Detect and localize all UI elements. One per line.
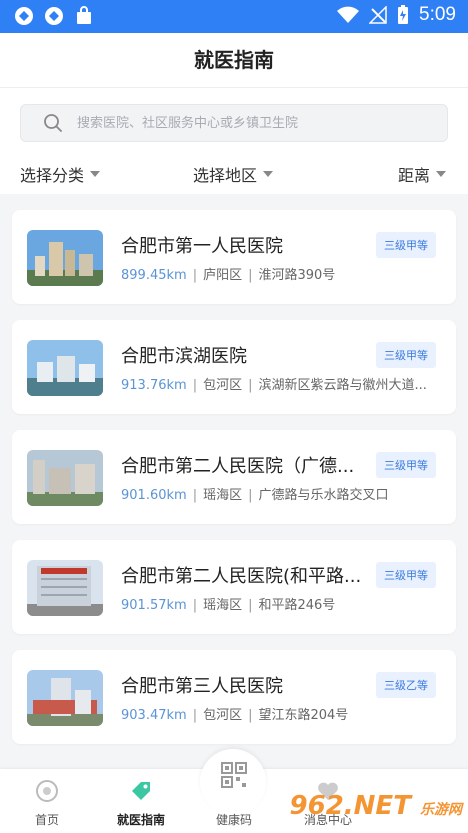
shopping-bag-icon — [77, 6, 91, 24]
distance-sort-label: 距离 — [398, 166, 431, 185]
hospital-level-badge: 三级乙等 — [376, 672, 436, 698]
separator: | — [248, 488, 253, 503]
hospital-meta: 899.45km | 庐阳区 | 淮河路390号 — [121, 264, 441, 283]
separator: | — [192, 708, 198, 723]
separator: | — [248, 708, 253, 723]
nav-guide[interactable]: 就医指南 — [94, 769, 188, 833]
hospital-district: 瑶海区 — [203, 488, 243, 503]
hospital-level-badge: 三级甲等 — [376, 342, 436, 368]
hospital-distance: 903.47km — [121, 708, 187, 723]
hospital-address: 望江东路204号 — [258, 708, 349, 723]
hospital-distance: 899.45km — [121, 268, 187, 283]
hospital-photo — [27, 560, 103, 616]
hospital-name: 合肥市第二人民医院(和平路... — [121, 566, 362, 587]
separator: | — [192, 598, 198, 613]
category-filter[interactable]: 选择分类 — [20, 162, 101, 186]
hospital-name: 合肥市滨湖医院 — [121, 346, 247, 367]
nav-health-code-label: 健康码 — [215, 813, 252, 827]
hospital-level-badge: 三级甲等 — [376, 452, 436, 478]
search-icon — [44, 114, 62, 132]
search-input[interactable] — [77, 105, 437, 141]
hospital-district: 包河区 — [203, 378, 243, 393]
watermark-sub: 乐游网 — [420, 802, 462, 818]
hospital-name: 合肥市第二人民医院（广德... — [121, 456, 355, 477]
hospital-photo — [27, 670, 103, 726]
hospital-photo — [27, 230, 103, 286]
hospital-address: 和平路246号 — [258, 598, 336, 613]
nav-home[interactable]: 首页 — [0, 769, 94, 833]
nav-health-code[interactable]: 健康码 — [187, 762, 281, 833]
hospital-district: 瑶海区 — [203, 598, 243, 613]
hospital-distance: 901.60km — [121, 488, 187, 503]
hospital-name: 合肥市第一人民医院 — [121, 236, 283, 257]
dropdown-arrow-icon — [436, 171, 447, 177]
hospital-address: 滨湖新区紫云路与徽州大道... — [258, 378, 427, 393]
category-filter-label: 选择分类 — [20, 166, 85, 185]
hospital-list: 合肥市第一人民医院 899.45km | 庐阳区 | 淮河路390号 三级甲等 合肥市滨… — [12, 210, 456, 760]
hospital-distance: 901.57km — [121, 598, 187, 613]
hospital-card[interactable]: 合肥市第二人民医院(和平路... 901.57km | 瑶海区 | 和平路246号 三级… — [12, 540, 456, 634]
hospital-district: 包河区 — [203, 708, 243, 723]
qr-code-icon — [221, 762, 247, 788]
region-filter-label: 选择地区 — [193, 166, 258, 185]
separator: | — [192, 378, 198, 393]
app-notification-icon — [15, 7, 33, 25]
hospital-photo — [27, 450, 103, 506]
hospital-level-badge: 三级甲等 — [376, 232, 436, 258]
search-area — [0, 88, 468, 150]
hospital-level-badge: 三级甲等 — [376, 562, 436, 588]
hospital-card[interactable]: 合肥市第一人民医院 899.45km | 庐阳区 | 淮河路390号 三级甲等 — [12, 210, 456, 304]
distance-sort[interactable]: 距离 — [398, 162, 447, 186]
separator: | — [248, 378, 253, 393]
bottom-nav: 首页 就医指南 健康码 消息中心 962.NET 乐游网 — [0, 749, 468, 833]
separator: | — [192, 268, 198, 283]
separator: | — [248, 598, 253, 613]
region-filter[interactable]: 选择地区 — [193, 162, 274, 186]
hospital-address: 广德路与乐水路交叉口 — [258, 488, 389, 503]
hospital-meta: 903.47km | 包河区 | 望江东路204号 — [121, 704, 441, 723]
battery-icon — [398, 5, 409, 24]
hospital-photo — [27, 340, 103, 396]
filter-bar: 选择分类 选择地区 距离 — [0, 150, 468, 194]
nav-guide-label: 就医指南 — [116, 813, 165, 827]
site-watermark: 962.NET 乐游网 — [290, 791, 462, 821]
no-signal-icon — [369, 6, 387, 24]
hospital-address: 淮河路390号 — [258, 268, 336, 283]
dropdown-arrow-icon — [90, 171, 101, 177]
watermark-brand: 962 — [289, 791, 344, 821]
hospital-card[interactable]: 合肥市第三人民医院 903.47km | 包河区 | 望江东路204号 三级乙等 — [12, 650, 456, 744]
hospital-card[interactable]: 合肥市第二人民医院（广德... 901.60km | 瑶海区 | 广德路与乐水路交叉口 … — [12, 430, 456, 524]
clock: 5:09 — [419, 4, 456, 25]
home-icon — [36, 780, 58, 802]
hospital-distance: 913.76km — [121, 378, 187, 393]
nav-home-label: 首页 — [34, 813, 59, 827]
watermark-domain: .NET — [343, 791, 411, 821]
page-title: 就医指南 — [0, 33, 468, 88]
hospital-meta: 901.57km | 瑶海区 | 和平路246号 — [121, 594, 441, 613]
app-notification-icon — [45, 7, 63, 25]
hospital-card[interactable]: 合肥市滨湖医院 913.76km | 包河区 | 滨湖新区紫云路与徽州大道... 三级甲… — [12, 320, 456, 414]
hospital-meta: 901.60km | 瑶海区 | 广德路与乐水路交叉口 — [121, 484, 441, 503]
wifi-icon — [337, 6, 360, 23]
hospital-meta: 913.76km | 包河区 | 滨湖新区紫云路与徽州大道... — [121, 374, 441, 393]
status-bar: 5:09 — [0, 0, 468, 33]
separator: | — [192, 488, 198, 503]
hospital-name: 合肥市第三人民医院 — [121, 676, 283, 697]
search-box[interactable] — [20, 104, 448, 142]
dropdown-arrow-icon — [263, 171, 274, 177]
hospital-district: 庐阳区 — [203, 268, 243, 283]
guide-tag-icon — [132, 782, 150, 800]
separator: | — [248, 268, 253, 283]
